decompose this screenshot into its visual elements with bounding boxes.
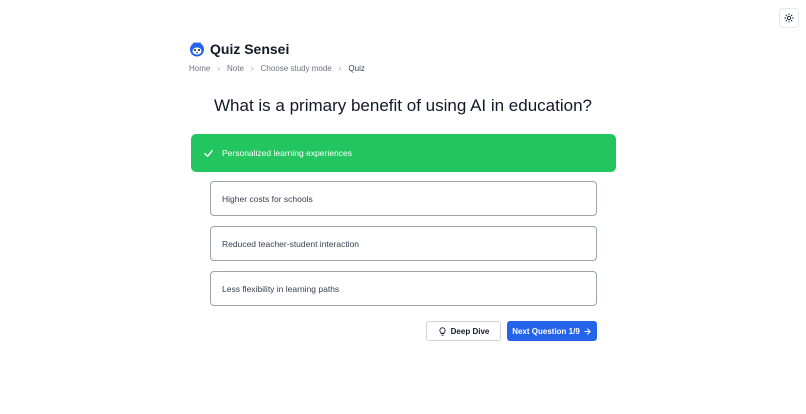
chevron-right-icon: ›	[250, 64, 254, 73]
answer-option-correct[interactable]: Personalized learning experiences	[191, 134, 616, 172]
lightbulb-icon	[439, 326, 446, 336]
answer-option[interactable]: Less flexibility in learning paths	[210, 271, 597, 306]
brand-name: Quiz Sensei	[210, 41, 290, 57]
breadcrumb-home[interactable]: Home	[189, 64, 210, 73]
answer-option-label: Less flexibility in learning paths	[222, 283, 340, 294]
fox-logo-icon	[190, 42, 204, 57]
breadcrumb: Home › Note › Choose study mode › Quiz	[189, 64, 365, 73]
theme-toggle-button[interactable]	[779, 8, 799, 28]
chevron-right-icon: ›	[338, 64, 342, 73]
brand[interactable]: Quiz Sensei	[189, 41, 289, 57]
check-icon	[204, 149, 213, 157]
arrow-right-icon	[584, 327, 591, 335]
deep-dive-label: Deep Dive	[450, 326, 490, 336]
next-question-label: Next Question 1/9	[512, 326, 580, 336]
breadcrumb-note[interactable]: Note	[227, 64, 244, 73]
answer-option[interactable]: Higher costs for schools	[210, 181, 597, 216]
deep-dive-button[interactable]: Deep Dive	[426, 321, 501, 341]
answer-option-label: Personalized learning experiences	[222, 148, 352, 158]
breadcrumb-study-mode[interactable]: Choose study mode	[261, 64, 332, 73]
answer-option-label: Reduced teacher-student interaction	[222, 238, 360, 249]
answer-option[interactable]: Reduced teacher-student interaction	[210, 226, 597, 261]
question-title: What is a primary benefit of using AI in…	[214, 96, 592, 115]
next-question-button[interactable]: Next Question 1/9	[507, 321, 597, 341]
sun-icon	[784, 13, 794, 23]
chevron-right-icon: ›	[217, 64, 221, 73]
answer-option-label: Higher costs for schools	[222, 193, 313, 204]
breadcrumb-quiz: Quiz	[348, 64, 365, 73]
